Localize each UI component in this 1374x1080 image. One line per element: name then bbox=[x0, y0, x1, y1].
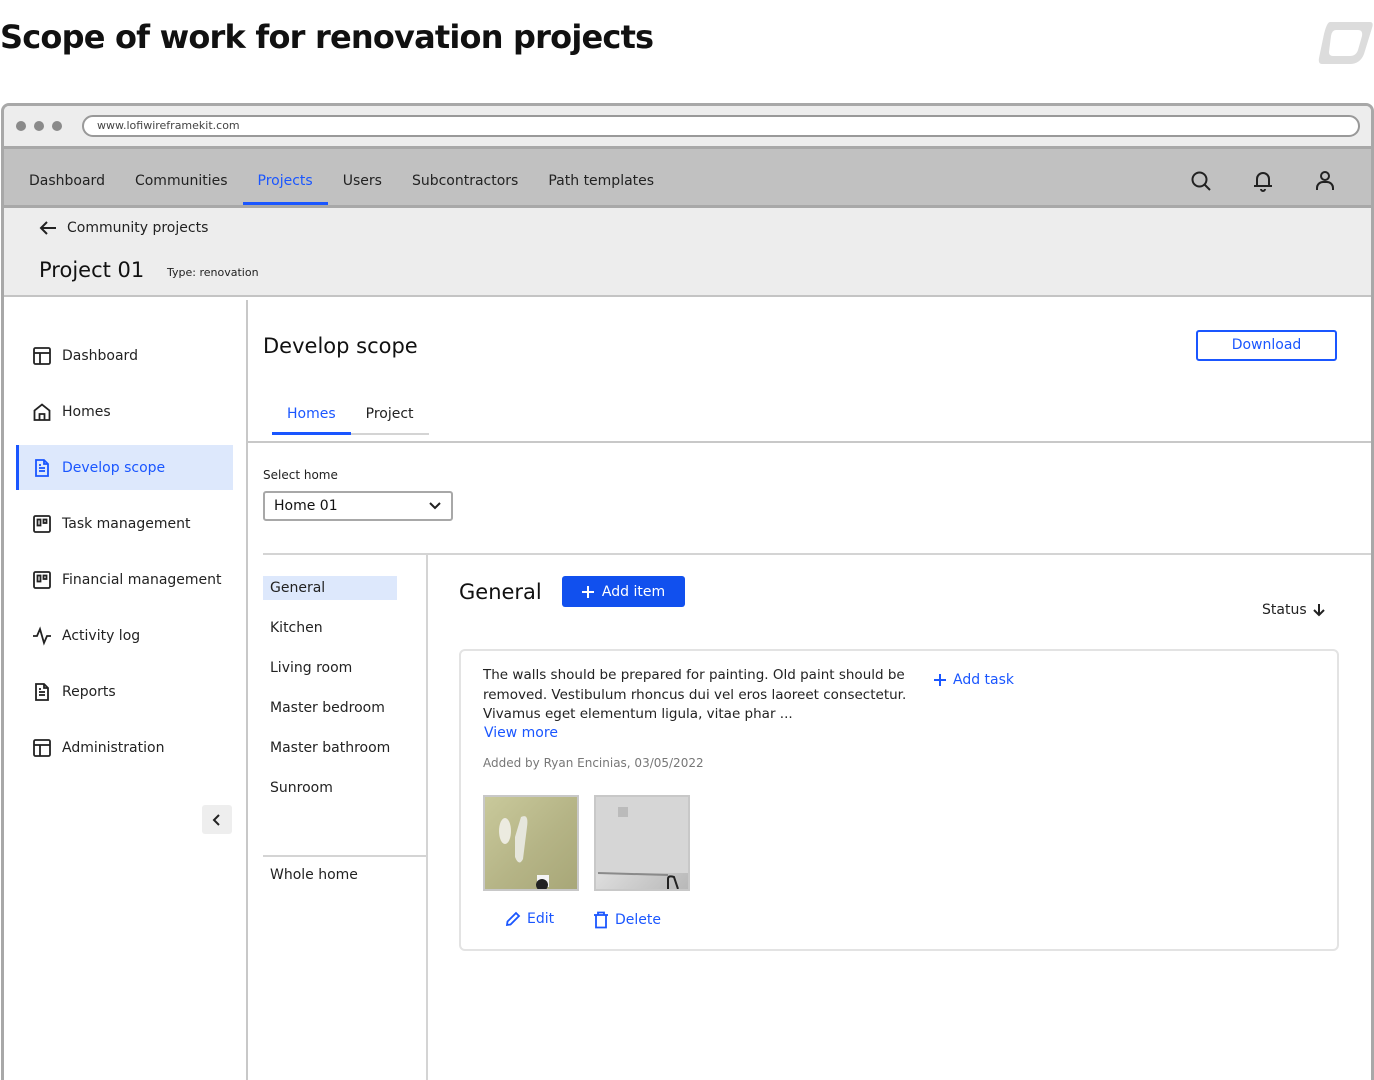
trash-icon bbox=[594, 911, 608, 929]
whole-home-divider bbox=[263, 855, 426, 857]
sidebar-item-label: Homes bbox=[62, 403, 111, 420]
user-icon[interactable] bbox=[1313, 169, 1337, 193]
chevron-left-icon bbox=[212, 813, 220, 826]
edit-label: Edit bbox=[527, 911, 555, 927]
add-task-label: Add task bbox=[953, 672, 1015, 688]
document-icon bbox=[35, 458, 49, 477]
topnav-communities[interactable]: Communities bbox=[120, 170, 243, 205]
sidebar-item-activity-log[interactable]: Activity log bbox=[16, 613, 233, 658]
sidebar-item-dashboard[interactable]: Dashboard bbox=[16, 333, 233, 378]
topnav-subcontractors[interactable]: Subcontractors bbox=[397, 170, 533, 205]
section-title: General bbox=[459, 580, 542, 604]
sidebar-item-develop-scope[interactable]: Develop scope bbox=[16, 445, 233, 490]
arrow-down-icon bbox=[1312, 604, 1325, 617]
add-task-button[interactable]: Add task bbox=[934, 672, 1014, 688]
tab-project[interactable]: Project bbox=[351, 406, 429, 433]
room-item-whole-home[interactable]: Whole home bbox=[263, 863, 397, 887]
status-sort-label: Status bbox=[1262, 602, 1307, 618]
wall-patched-photo[interactable] bbox=[483, 795, 579, 891]
topnav-projects[interactable]: Projects bbox=[242, 170, 328, 205]
room-walls-photo[interactable] bbox=[594, 795, 690, 891]
room-item-general[interactable]: General bbox=[263, 576, 397, 600]
select-home-dropdown[interactable]: Home 01 bbox=[263, 491, 453, 521]
edit-button[interactable]: Edit bbox=[505, 911, 554, 927]
topnav-users[interactable]: Users bbox=[328, 170, 397, 205]
url-bar[interactable]: www.lofiwireframekit.com bbox=[82, 115, 1360, 137]
kanban-icon bbox=[33, 570, 51, 589]
room-item-living-room[interactable]: Living room bbox=[263, 656, 397, 680]
sidebar-item-label: Task management bbox=[62, 515, 191, 532]
plus-icon bbox=[581, 585, 594, 598]
chevron-down-icon bbox=[429, 502, 441, 510]
sidebar-item-administration[interactable]: Administration bbox=[16, 725, 233, 770]
back-link[interactable]: Community projects bbox=[39, 220, 208, 236]
room-item-master-bedroom[interactable]: Master bedroom bbox=[263, 696, 397, 720]
tabs-divider bbox=[248, 441, 1371, 443]
sidebar-item-task-management[interactable]: Task management bbox=[16, 501, 233, 546]
tab-homes[interactable]: Homes bbox=[272, 406, 351, 435]
bell-icon[interactable] bbox=[1251, 169, 1275, 193]
collapse-sidebar-button[interactable] bbox=[202, 805, 232, 834]
window-dot[interactable] bbox=[34, 121, 44, 131]
kanban-icon bbox=[33, 514, 51, 533]
scope-item-meta: Added by Ryan Encinias, 03/05/2022 bbox=[483, 756, 704, 770]
topnav-path-templates[interactable]: Path templates bbox=[533, 170, 669, 205]
sidebar: Dashboard Homes Develop scope Task manag… bbox=[4, 300, 248, 1080]
room-item-sunroom[interactable]: Sunroom bbox=[263, 776, 397, 800]
topnav-dashboard[interactable]: Dashboard bbox=[4, 170, 120, 205]
top-nav: Dashboard Communities Projects Users Sub… bbox=[4, 149, 1371, 208]
add-item-label: Add item bbox=[601, 583, 666, 600]
download-button[interactable]: Download bbox=[1196, 330, 1337, 361]
sidebar-item-label: Dashboard bbox=[62, 347, 138, 364]
document-icon bbox=[35, 682, 49, 701]
view-more-link[interactable]: View more bbox=[484, 725, 558, 741]
room-column-divider bbox=[426, 554, 428, 1080]
scope-item-description: The walls should be prepared for paintin… bbox=[483, 667, 907, 722]
tabs: Homes Project bbox=[272, 406, 429, 435]
sidebar-item-label: Financial management bbox=[62, 571, 222, 588]
arrow-left-icon bbox=[39, 221, 56, 235]
sidebar-item-label: Develop scope bbox=[62, 459, 166, 476]
main-content: Develop scope Download Homes Project Sel… bbox=[248, 300, 1371, 1080]
search-icon[interactable] bbox=[1189, 169, 1213, 193]
project-header: Community projects Project 01 Type: reno… bbox=[4, 208, 1371, 297]
room-item-master-bathroom[interactable]: Master bathroom bbox=[263, 736, 397, 760]
window-dot[interactable] bbox=[16, 121, 26, 131]
delete-button[interactable]: Delete bbox=[593, 911, 661, 929]
activity-icon bbox=[33, 625, 51, 646]
pencil-icon bbox=[505, 911, 521, 927]
sidebar-item-label: Activity log bbox=[62, 627, 141, 644]
layout-icon bbox=[33, 346, 51, 365]
window-dot[interactable] bbox=[52, 121, 62, 131]
sidebar-item-label: Administration bbox=[62, 739, 165, 756]
main-title: Develop scope bbox=[263, 334, 418, 358]
delete-label: Delete bbox=[615, 912, 661, 928]
sidebar-item-homes[interactable]: Homes bbox=[16, 389, 233, 434]
project-title: Project 01 bbox=[39, 258, 145, 282]
back-link-label: Community projects bbox=[67, 220, 209, 236]
page-title: Scope of work for renovation projects bbox=[0, 18, 654, 56]
project-type: Type: renovation bbox=[167, 266, 259, 279]
select-home-label: Select home bbox=[263, 468, 338, 482]
sidebar-item-reports[interactable]: Reports bbox=[16, 669, 233, 714]
layout-icon bbox=[33, 738, 51, 757]
room-item-kitchen[interactable]: Kitchen bbox=[263, 616, 397, 640]
home-icon bbox=[33, 402, 51, 421]
sidebar-item-financial-management[interactable]: Financial management bbox=[16, 557, 233, 602]
plus-icon bbox=[934, 674, 946, 686]
scope-item-card: The walls should be prepared for paintin… bbox=[459, 649, 1339, 951]
status-sort[interactable]: Status bbox=[1262, 602, 1325, 618]
browser-window: www.lofiwireframekit.com Dashboard Commu… bbox=[1, 103, 1374, 1080]
browser-chrome: www.lofiwireframekit.com bbox=[4, 106, 1371, 149]
add-item-button[interactable]: Add item bbox=[562, 576, 685, 607]
content-divider bbox=[263, 553, 1371, 555]
logo-icon bbox=[1318, 22, 1373, 64]
select-home-value: Home 01 bbox=[274, 498, 338, 514]
sidebar-item-label: Reports bbox=[62, 683, 116, 700]
